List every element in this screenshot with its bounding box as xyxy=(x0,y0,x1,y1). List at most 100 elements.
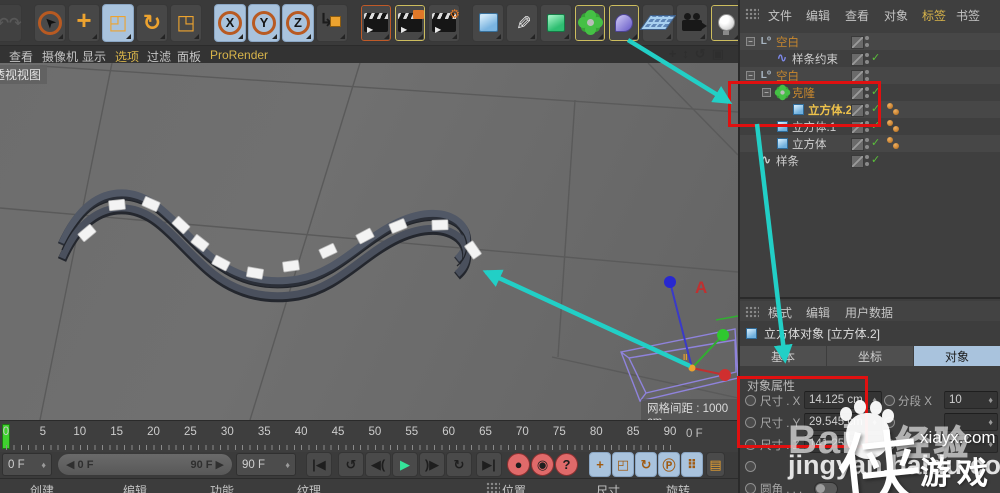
move-tool-button[interactable]: + xyxy=(68,3,100,42)
render-picture-viewer-button[interactable] xyxy=(394,3,426,42)
enabled-check-icon[interactable]: ✓ xyxy=(871,136,880,149)
key-scale-button[interactable]: ◰ xyxy=(612,452,634,477)
stepper-icon[interactable]: ♦ xyxy=(988,417,993,427)
keyframe-radio-icon[interactable] xyxy=(745,461,756,472)
floor-button[interactable] xyxy=(639,3,677,42)
next-key-button[interactable]: )▶ xyxy=(419,452,445,477)
visibility-dots-icon[interactable] xyxy=(865,53,869,64)
expand-collapse-icon[interactable]: − xyxy=(746,37,755,46)
visibility-dots-icon[interactable] xyxy=(865,138,869,149)
camera-button[interactable] xyxy=(676,3,708,42)
play-button[interactable]: ▶ xyxy=(392,452,418,477)
am-menu-3[interactable]: 用户数据 xyxy=(845,304,893,321)
layer-square-icon[interactable] xyxy=(851,138,864,151)
key-rotation-button[interactable]: ↻ xyxy=(635,452,657,477)
material-menu-3[interactable]: 功能 xyxy=(210,482,234,493)
object-name[interactable]: 样条约束 xyxy=(792,51,838,67)
keyframe-radio-icon[interactable] xyxy=(884,439,895,450)
round-toggle[interactable] xyxy=(814,482,838,493)
timeline-ruler[interactable]: 0 F 0 5 10 15 20 25 30 35 40 45 50 55 60 65 70 75 80 85 90 xyxy=(0,420,738,452)
keyframe-selection-button[interactable]: ▤ xyxy=(706,452,725,477)
autokey-button[interactable]: ◉ xyxy=(531,453,554,476)
stepper-icon[interactable]: ♦ xyxy=(872,439,877,449)
tree-row[interactable]: ∿ 样条约束 ✓ xyxy=(740,50,1000,67)
expand-collapse-icon[interactable]: − xyxy=(746,71,755,80)
panel-grip-icon[interactable] xyxy=(745,8,759,20)
go-to-start-button[interactable]: |◀ xyxy=(306,452,332,477)
stepper-icon[interactable]: ♦ xyxy=(988,439,993,449)
deformer-button[interactable] xyxy=(608,3,640,42)
visibility-dots-icon[interactable] xyxy=(865,36,869,47)
am-menu-1[interactable]: 模式 xyxy=(768,304,792,321)
keyframe-radio-icon[interactable] xyxy=(745,483,756,493)
viewport-3d[interactable]: II A 透视视图 网格间距 : 1000 cm xyxy=(0,63,738,420)
live-selection-button[interactable]: ➤ xyxy=(34,3,66,42)
om-menu-2[interactable]: 编辑 xyxy=(806,7,830,24)
play-loop-button[interactable]: ↻ xyxy=(446,452,472,477)
rotate-tool-button[interactable]: ↻ xyxy=(136,3,168,42)
scale-tool-button[interactable]: ◰ xyxy=(102,3,134,42)
keyframe-radio-icon[interactable] xyxy=(884,417,895,428)
visibility-dots-icon[interactable] xyxy=(865,70,869,81)
clone-cube[interactable] xyxy=(431,219,449,231)
stepper-icon[interactable]: ♦ xyxy=(872,417,877,427)
lock-y-axis-button[interactable]: Y xyxy=(248,3,280,42)
layer-square-icon[interactable] xyxy=(851,53,864,66)
phong-tag-icon[interactable] xyxy=(887,103,901,116)
lock-x-axis-button[interactable]: X xyxy=(214,3,246,42)
record-keyframe-button[interactable]: ● xyxy=(507,453,530,476)
am-menu-2[interactable]: 编辑 xyxy=(806,304,830,321)
om-menu-4[interactable]: 对象 xyxy=(884,7,908,24)
object-name[interactable]: 样条 xyxy=(776,153,799,169)
om-menu-1[interactable]: 文件 xyxy=(768,7,792,24)
mograph-cloner-button[interactable] xyxy=(574,3,606,42)
last-used-tool-button[interactable]: ◳ xyxy=(170,3,202,42)
key-position-button[interactable]: + xyxy=(589,452,611,477)
stepper-icon[interactable]: ♦ xyxy=(285,460,290,470)
frame-range-slider[interactable]: ◀ 0 F 90 F ▶ xyxy=(57,453,233,476)
tree-row[interactable]: − L⁰ 空白 xyxy=(740,33,1000,50)
layer-square-icon[interactable] xyxy=(851,155,864,168)
keyframe-radio-icon[interactable] xyxy=(884,395,895,406)
viewport-menu-7[interactable]: ProRender xyxy=(210,48,268,62)
keyframe-help-button[interactable]: ? xyxy=(555,453,578,476)
stepper-icon[interactable]: ♦ xyxy=(872,395,877,405)
om-menu-5[interactable]: 标签 xyxy=(922,7,946,24)
tab-基本[interactable]: 基本 xyxy=(740,346,826,366)
phong-tag-icon[interactable] xyxy=(887,137,901,150)
add-cube-button[interactable] xyxy=(472,3,504,42)
phong-tag-icon[interactable] xyxy=(887,120,901,133)
play-reverse-button[interactable]: ↺ xyxy=(338,452,364,477)
stepper-icon[interactable]: ♦ xyxy=(41,460,46,470)
om-menu-6[interactable]: 书签 xyxy=(956,7,980,24)
object-name[interactable]: 立方体 xyxy=(792,136,827,152)
om-menu-3[interactable]: 查看 xyxy=(845,7,869,24)
tab-对象[interactable]: 对象 xyxy=(914,346,1000,366)
tab-坐标[interactable]: 坐标 xyxy=(827,346,913,366)
undo-redo-icon[interactable]: ↶↷ xyxy=(0,3,22,42)
attribute-value-field-2[interactable]: 10 ♦ xyxy=(944,391,998,409)
enabled-check-icon[interactable]: ✓ xyxy=(871,153,880,166)
material-menu-4[interactable]: 纹理 xyxy=(297,482,321,493)
key-pla-button[interactable]: ⠿ xyxy=(681,452,703,477)
tree-row[interactable]: ∿ 样条 ✓ xyxy=(740,152,1000,169)
view-label[interactable]: 透视视图 xyxy=(0,65,48,84)
pan-view-icon[interactable]: + xyxy=(669,46,677,62)
previous-key-button[interactable]: ◀( xyxy=(365,452,391,477)
clone-cube[interactable] xyxy=(282,259,300,273)
visibility-dots-icon[interactable] xyxy=(865,155,869,166)
clone-cube[interactable] xyxy=(108,198,126,212)
panel-grip-icon[interactable] xyxy=(486,482,500,493)
attribute-value-field-2[interactable]: ♦ xyxy=(944,435,998,453)
start-frame-field[interactable]: 0 F ♦ xyxy=(2,453,52,476)
go-to-end-button[interactable]: ▶| xyxy=(476,452,502,477)
object-name[interactable]: 空白 xyxy=(776,34,799,50)
clone-cube[interactable] xyxy=(318,243,338,259)
enabled-check-icon[interactable]: ✓ xyxy=(871,51,880,64)
end-frame-field[interactable]: 90 F ♦ xyxy=(236,453,296,476)
dolly-view-icon[interactable]: ↕ xyxy=(682,46,689,62)
spline-pen-button[interactable]: ✎ xyxy=(506,3,538,42)
layer-square-icon[interactable] xyxy=(851,36,864,49)
lock-z-axis-button[interactable]: Z xyxy=(282,3,314,42)
material-menu-2[interactable]: 编辑 xyxy=(123,482,147,493)
